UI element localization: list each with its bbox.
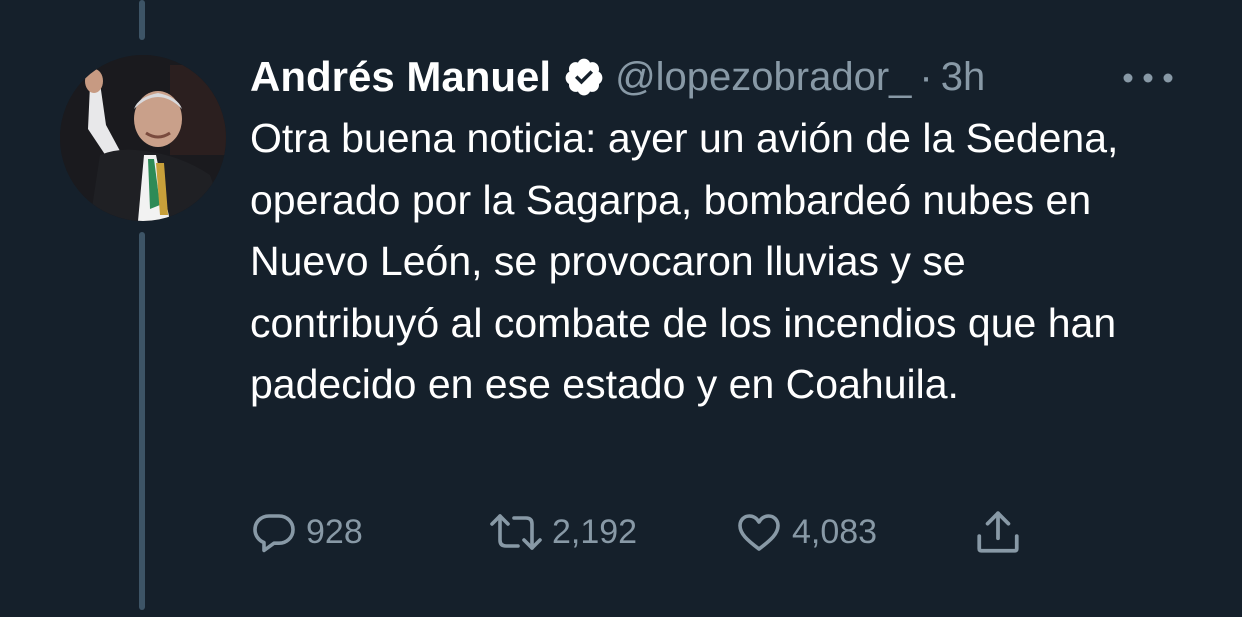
tweet-actions: 928 2,192 4,083 <box>250 505 1050 559</box>
reply-button[interactable]: 928 <box>250 505 363 559</box>
author-handle[interactable]: @lopezobrador_ <box>615 55 911 100</box>
tweet-text: Otra buena noticia: ayer un avión de la … <box>250 115 1119 407</box>
thread-line-top <box>139 0 145 40</box>
reply-icon <box>253 514 295 553</box>
heart-icon <box>738 514 780 551</box>
avatar-image <box>60 55 226 221</box>
retweet-count: 2,192 <box>552 512 638 551</box>
tweet[interactable]: Andrés Manuel @lopezobrador_ · 3h Otra b… <box>250 52 1210 416</box>
more-options-icon[interactable] <box>1118 68 1178 88</box>
separator-dot: · <box>919 54 933 99</box>
retweet-icon <box>490 514 542 550</box>
tweet-header: Andrés Manuel @lopezobrador_ · 3h <box>250 52 1210 102</box>
tweet-timestamp[interactable]: 3h <box>941 55 986 100</box>
author-name[interactable]: Andrés Manuel <box>250 53 551 101</box>
like-button[interactable]: 4,083 <box>734 505 877 559</box>
like-count: 4,083 <box>792 512 878 551</box>
avatar[interactable] <box>60 55 226 221</box>
share-button[interactable] <box>972 505 1024 559</box>
verified-badge-icon <box>563 56 605 98</box>
reply-count: 928 <box>306 512 363 551</box>
retweet-button[interactable]: 2,192 <box>488 505 637 559</box>
thread-line-bottom <box>139 232 145 610</box>
share-icon <box>977 511 1019 553</box>
